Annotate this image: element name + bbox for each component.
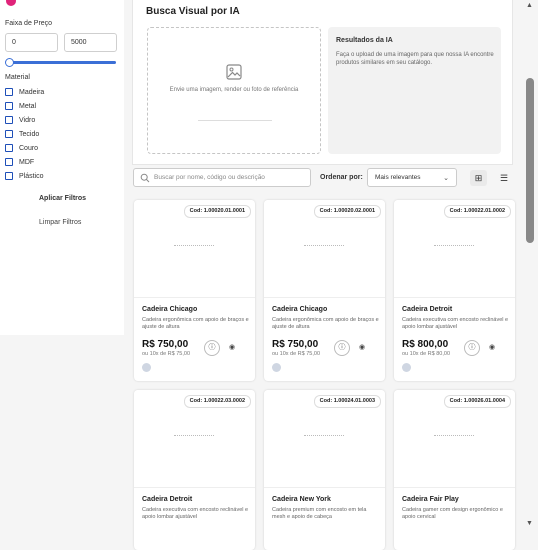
product-installments: ou 10x de R$ 75,00 (142, 351, 191, 357)
page-scrollbar[interactable]: ▲ ▼ (523, 0, 538, 531)
product-name: Cadeira Chicago (142, 306, 198, 313)
apply-filters-button[interactable]: Aplicar Filtros (39, 195, 86, 202)
material-option-couro[interactable]: Couro (5, 143, 38, 153)
upload-divider (198, 120, 272, 121)
price-range-slider[interactable] (8, 61, 116, 64)
checkbox[interactable] (5, 158, 13, 166)
ai-visual-search-panel: Busca Visual por IA Envie uma imagem, re… (132, 0, 513, 165)
product-price: R$ 750,00 (142, 339, 189, 350)
ai-results-description: Faça o upload de uma imagem para que nos… (336, 52, 494, 66)
product-card[interactable]: Cod: 1.00020.01.0001 Cadeira Chicago Cad… (134, 200, 255, 381)
product-installments: ou 10x de R$ 80,00 (402, 351, 451, 357)
product-description: Cadeira executiva com encosto reclinável… (402, 317, 509, 330)
checkbox[interactable] (5, 116, 13, 124)
ai-results-box: Resultados da IA Faça o upload de uma im… (328, 27, 501, 154)
search-input[interactable]: Buscar por nome, código ou descrição (133, 168, 311, 187)
checkbox[interactable] (5, 88, 13, 96)
search-icon (140, 173, 150, 183)
product-code-badge: Cod: 1.00020.02.0001 (313, 205, 381, 218)
sort-select[interactable]: Mais relevantes ⌄ (367, 168, 457, 187)
image-placeholder (304, 245, 344, 246)
scrollbar-thumb[interactable] (526, 78, 534, 243)
sort-selected-value: Mais relevantes (375, 174, 421, 181)
sort-label: Ordenar por: (320, 174, 363, 181)
product-card[interactable]: Cod: 1.00020.02.0001 Cadeira Chicago Cad… (264, 200, 385, 381)
product-description: Cadeira premium com encosto em tela mesh… (272, 507, 367, 520)
product-description: Cadeira ergonômica com apoio de braços e… (142, 317, 249, 330)
image-placeholder (434, 245, 474, 246)
scroll-down-icon[interactable]: ▼ (526, 520, 533, 527)
eye-icon[interactable]: ◉ (359, 343, 365, 351)
material-option-label: Metal (19, 102, 37, 110)
material-option-plastico[interactable]: Plástico (5, 171, 44, 181)
product-card[interactable]: Cod: 1.00026.01.0004 Cadeira Fair Play C… (394, 390, 515, 550)
eye-icon[interactable]: ◉ (489, 343, 495, 351)
chevron-down-icon: ⌄ (443, 175, 449, 182)
color-swatch[interactable] (142, 363, 151, 372)
material-option-tecido[interactable]: Tecido (5, 129, 39, 139)
image-upload-dropzone[interactable]: Envie uma imagem, render ou foto de refe… (147, 27, 321, 154)
product-card[interactable]: Cod: 1.00024.01.0003 Cadeira New York Ca… (264, 390, 385, 550)
price-range-label: Faixa de Preço (5, 20, 53, 27)
price-range-thumb[interactable] (5, 58, 14, 67)
product-installments: ou 10x de R$ 75,00 (272, 351, 321, 357)
eye-icon[interactable]: ◉ (229, 343, 235, 351)
price-min-input[interactable]: 0 (5, 33, 58, 52)
material-option-vidro[interactable]: Vidro (5, 115, 35, 125)
checkbox[interactable] (5, 130, 13, 138)
color-swatch[interactable] (272, 363, 281, 372)
color-swatch[interactable] (402, 363, 411, 372)
product-price: R$ 750,00 (272, 339, 319, 350)
image-icon (226, 64, 242, 80)
ai-panel-title: Busca Visual por IA (146, 6, 240, 17)
list-view-icon[interactable]: ☰ (496, 170, 512, 186)
info-icon[interactable]: ⓘ (334, 340, 350, 356)
product-code-badge: Cod: 1.00022.01.0002 (443, 205, 511, 218)
filter-sidebar: Faixa de Preço 0 5000 Material Madeira M… (0, 0, 124, 335)
ai-results-title: Resultados da IA (336, 37, 393, 44)
material-option-metal[interactable]: Metal (5, 101, 36, 111)
material-option-label: Tecido (19, 130, 40, 138)
product-description: Cadeira executiva com encosto reclinável… (142, 507, 249, 520)
grid-view-icon[interactable]: ⊞ (470, 170, 487, 186)
material-option-madeira[interactable]: Madeira (5, 87, 44, 97)
info-icon[interactable]: ⓘ (204, 340, 220, 356)
product-code-badge: Cod: 1.00024.01.0003 (313, 395, 381, 408)
product-price: R$ 800,00 (402, 339, 449, 350)
material-option-mdf[interactable]: MDF (5, 157, 34, 167)
checkbox[interactable] (5, 102, 13, 110)
product-name: Cadeira Detroit (402, 306, 453, 313)
product-description: Cadeira ergonômica com apoio de braços e… (272, 317, 379, 330)
product-name: Cadeira Detroit (142, 496, 193, 503)
material-option-label: Vidro (19, 116, 36, 124)
material-option-label: MDF (19, 158, 35, 166)
upload-instructions: Envie uma imagem, render ou foto de refe… (169, 87, 299, 93)
image-placeholder (434, 435, 474, 436)
search-placeholder: Buscar por nome, código ou descrição (154, 174, 265, 181)
material-label: Material (5, 74, 30, 81)
price-max-input[interactable]: 5000 (64, 33, 117, 52)
checkbox[interactable] (5, 172, 13, 180)
scroll-up-icon[interactable]: ▲ (526, 2, 533, 9)
product-description: Cadeira gamer com design ergonômico e ap… (402, 507, 503, 520)
product-code-badge: Cod: 1.00020.01.0001 (183, 205, 251, 218)
material-option-label: Madeira (19, 88, 45, 96)
image-placeholder (174, 245, 214, 246)
product-name: Cadeira Fair Play (402, 496, 459, 503)
product-code-badge: Cod: 1.00026.01.0004 (443, 395, 511, 408)
product-code-badge: Cod: 1.00022.03.0002 (183, 395, 251, 408)
checkbox[interactable] (5, 144, 13, 152)
product-card[interactable]: Cod: 1.00022.01.0002 Cadeira Detroit Cad… (394, 200, 515, 381)
product-name: Cadeira Chicago (272, 306, 328, 313)
image-placeholder (304, 435, 344, 436)
info-icon[interactable]: ⓘ (464, 340, 480, 356)
clear-filters-button[interactable]: Limpar Filtros (39, 219, 81, 226)
product-card[interactable]: Cod: 1.00022.03.0002 Cadeira Detroit Cad… (134, 390, 255, 550)
material-option-label: Plástico (19, 172, 44, 180)
product-name: Cadeira New York (272, 496, 331, 503)
material-option-label: Couro (19, 144, 39, 152)
image-placeholder (174, 435, 214, 436)
accent-dot (6, 0, 16, 6)
